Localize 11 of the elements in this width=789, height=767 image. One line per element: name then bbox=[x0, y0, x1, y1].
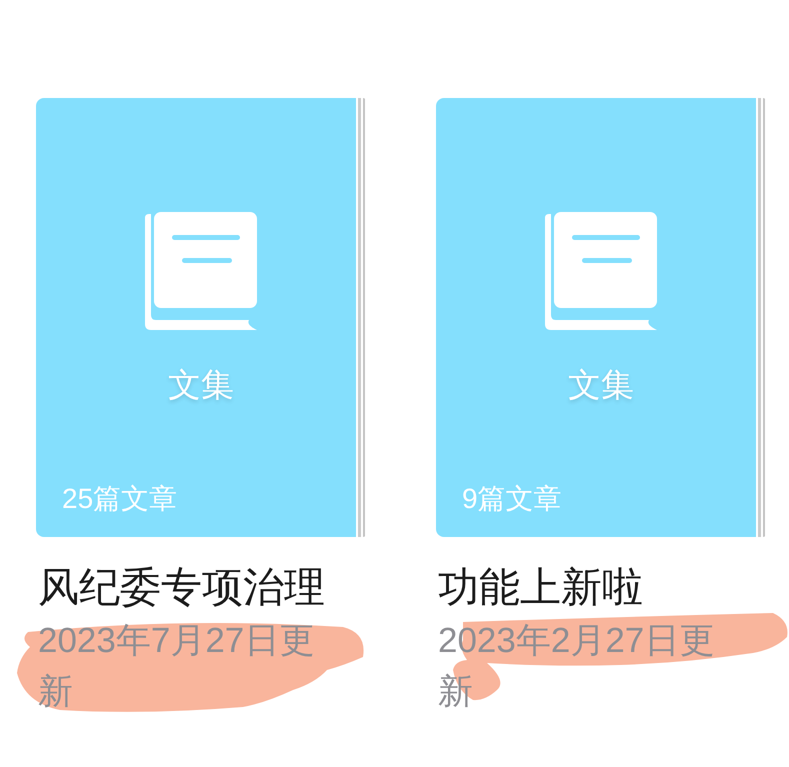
book-icon bbox=[545, 212, 657, 330]
cover-label: 文集 bbox=[168, 365, 234, 405]
collection-title: 风纪委专项治理 bbox=[38, 563, 326, 611]
article-count: 9篇文章 bbox=[462, 482, 562, 516]
updated-date: 2023年7月27日更新 bbox=[38, 620, 316, 713]
book-cover[interactable]: 文集 25篇文章 bbox=[36, 98, 366, 537]
article-count: 25篇文章 bbox=[62, 482, 178, 516]
book-cover[interactable]: 文集 9篇文章 bbox=[436, 98, 766, 537]
book-icon bbox=[145, 212, 257, 330]
collection-title: 功能上新啦 bbox=[438, 563, 644, 611]
cover-label: 文集 bbox=[568, 365, 634, 405]
